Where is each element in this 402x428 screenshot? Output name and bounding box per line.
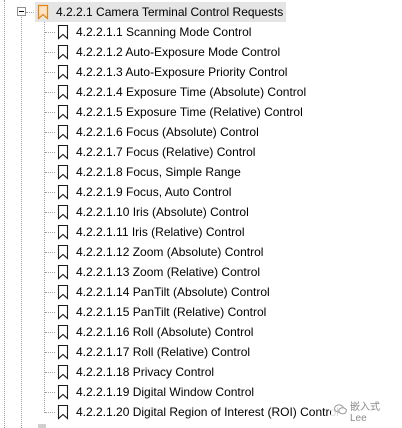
tree-node-label: 4.2.2.1.8 Focus, Simple Range [76, 165, 241, 179]
tree-node-label: 4.2.2.1.10 Iris (Absolute) Control [76, 205, 249, 219]
watermark-text: 嵌入式Lee [350, 402, 380, 424]
tree-node-label: 4.2.2.1.3 Auto-Exposure Priority Control [76, 65, 288, 79]
tree-guide-line [45, 352, 55, 353]
bookmark-icon [55, 62, 71, 82]
tree-node-label: 4.2.2.1.20 Digital Region of Interest (R… [76, 405, 339, 419]
tree-node-label: 4.2.2.1.14 PanTilt (Absolute) Control [76, 285, 270, 299]
tree-node[interactable]: 4.2.2.1.12 Zoom (Absolute) Control [55, 242, 263, 262]
bookmark-icon [55, 122, 71, 142]
bookmark-icon [55, 22, 71, 42]
tree-node[interactable]: 4.2.2.1.3 Auto-Exposure Priority Control [55, 62, 287, 82]
tree-node[interactable]: 4.2.2.1.19 Digital Window Control [55, 382, 254, 402]
bookmark-icon [55, 102, 71, 122]
tree-node[interactable]: 4.2.2.1.17 Roll (Relative) Control [55, 342, 250, 362]
tree-node[interactable]: 4.2.2.1.16 Roll (Absolute) Control [55, 322, 253, 342]
tree-node[interactable]: 4.2.2.1.4 Exposure Time (Absolute) Contr… [55, 82, 306, 102]
bookmark-icon [55, 402, 71, 422]
tree-guide-line [45, 192, 55, 193]
tree-guide-line [45, 132, 55, 133]
bookmark-icon [55, 222, 71, 242]
tree-guide-line [45, 92, 55, 93]
tree-guide-line [45, 272, 55, 273]
tree-guide-line [45, 72, 55, 73]
tree-node-label: 4.2.2.1.15 PanTilt (Relative) Control [76, 305, 267, 319]
tree-node[interactable]: 4.2.2.1.20 Digital Region of Interest (R… [55, 402, 339, 422]
tree-guide-line [21, 17, 22, 428]
tree-guide-line [45, 252, 55, 253]
tree-guide-line [45, 292, 55, 293]
tree-guide-line [26, 12, 34, 13]
tree-node-label: 4.2.2.1.13 Zoom (Relative) Control [76, 265, 261, 279]
tree-guide-line [45, 32, 55, 33]
tree-node-label: 4.2.2.1.1 Scanning Mode Control [76, 25, 252, 39]
tree-node[interactable]: 4.2.2.1.5 Exposure Time (Relative) Contr… [55, 102, 303, 122]
tree-guide-line [45, 372, 55, 373]
tree-guide-line [45, 172, 55, 173]
bookmark-icon [55, 162, 71, 182]
tree-node-label: 4.2.2.1.9 Focus, Auto Control [76, 185, 232, 199]
tree-node[interactable]: 4.2.2.1.10 Iris (Absolute) Control [55, 202, 249, 222]
tree-node[interactable]: 4.2.2.1.8 Focus, Simple Range [55, 162, 241, 182]
tree-guide-line [45, 112, 55, 113]
bookmark-icon [55, 382, 71, 402]
tree-node-label: 4.2.2.1.6 Focus (Absolute) Control [76, 125, 259, 139]
tree-guide-line [45, 312, 55, 313]
bookmark-icon [55, 342, 71, 362]
tree-guide-line [45, 212, 55, 213]
scrollbar-stub[interactable] [38, 424, 46, 428]
tree-node[interactable]: 4.2.2.1.1 Scanning Mode Control [55, 22, 251, 42]
bookmark-icon [55, 242, 71, 262]
bookmark-icon [55, 42, 71, 62]
tree-guide-line [45, 52, 55, 53]
bookmark-icon [55, 142, 71, 162]
tree-node[interactable]: 4.2.2.1.15 PanTilt (Relative) Control [55, 302, 266, 322]
bookmark-icon [55, 262, 71, 282]
bookmark-icon [55, 302, 71, 322]
tree-node-label: 4.2.2.1.19 Digital Window Control [76, 385, 255, 399]
bookmarks-tree: 4.2.2.1 Camera Terminal Control Requests… [0, 0, 402, 428]
tree-node[interactable]: 4.2.2.1.6 Focus (Absolute) Control [55, 122, 259, 142]
tree-node-label: 4.2.2.1.16 Roll (Absolute) Control [76, 325, 254, 339]
tree-node[interactable]: 4.2.2.1.11 Iris (Relative) Control [55, 222, 245, 242]
bookmark-icon [55, 182, 71, 202]
tree-node[interactable]: 4.2.2.1.2 Auto-Exposure Mode Control [55, 42, 280, 62]
tree-node-label: 4.2.2.1.17 Roll (Relative) Control [76, 345, 251, 359]
tree-node-label: 4.2.2.1.7 Focus (Relative) Control [76, 145, 256, 159]
tree-node[interactable]: 4.2.2.1.7 Focus (Relative) Control [55, 142, 255, 162]
tree-guide-line [44, 22, 45, 413]
tree-guide-line [45, 232, 55, 233]
watermark: 嵌入式Lee [331, 401, 402, 424]
tree-guide-line [45, 392, 55, 393]
bookmark-icon [55, 82, 71, 102]
tree-node-label: 4.2.2.1.4 Exposure Time (Absolute) Contr… [76, 85, 307, 99]
bookmark-icon [55, 282, 71, 302]
bookmark-icon [55, 202, 71, 222]
collapse-toggle[interactable] [17, 7, 26, 16]
tree-guide-line [45, 332, 55, 333]
bookmark-icon [55, 362, 71, 382]
tree-guide-line [4, 0, 5, 428]
tree-guide-line [45, 412, 55, 413]
tree-node[interactable]: 4.2.2.1.14 PanTilt (Absolute) Control [55, 282, 270, 302]
tree-node[interactable]: 4.2.2.1.13 Zoom (Relative) Control [55, 262, 260, 282]
bookmark-icon [55, 322, 71, 342]
tree-node-label: 4.2.2.1.2 Auto-Exposure Mode Control [76, 45, 281, 59]
tree-node[interactable]: 4.2.2.1.9 Focus, Auto Control [55, 182, 231, 202]
tree-node-label: 4.2.2.1.5 Exposure Time (Relative) Contr… [76, 105, 303, 119]
tree-node-parent[interactable]: 4.2.2.1 Camera Terminal Control Requests [35, 2, 287, 22]
bookmark-orange-icon [35, 2, 51, 22]
tree-node-label: 4.2.2.1.11 Iris (Relative) Control [76, 225, 245, 239]
tree-node-label: 4.2.2.1.12 Zoom (Absolute) Control [76, 245, 264, 259]
tree-node-label: 4.2.2.1 Camera Terminal Control Requests [56, 5, 284, 19]
tree-node-label: 4.2.2.1.18 Privacy Control [76, 365, 215, 379]
wechat-icon [334, 402, 347, 420]
tree-node[interactable]: 4.2.2.1.18 Privacy Control [55, 362, 214, 382]
tree-guide-line [45, 152, 55, 153]
